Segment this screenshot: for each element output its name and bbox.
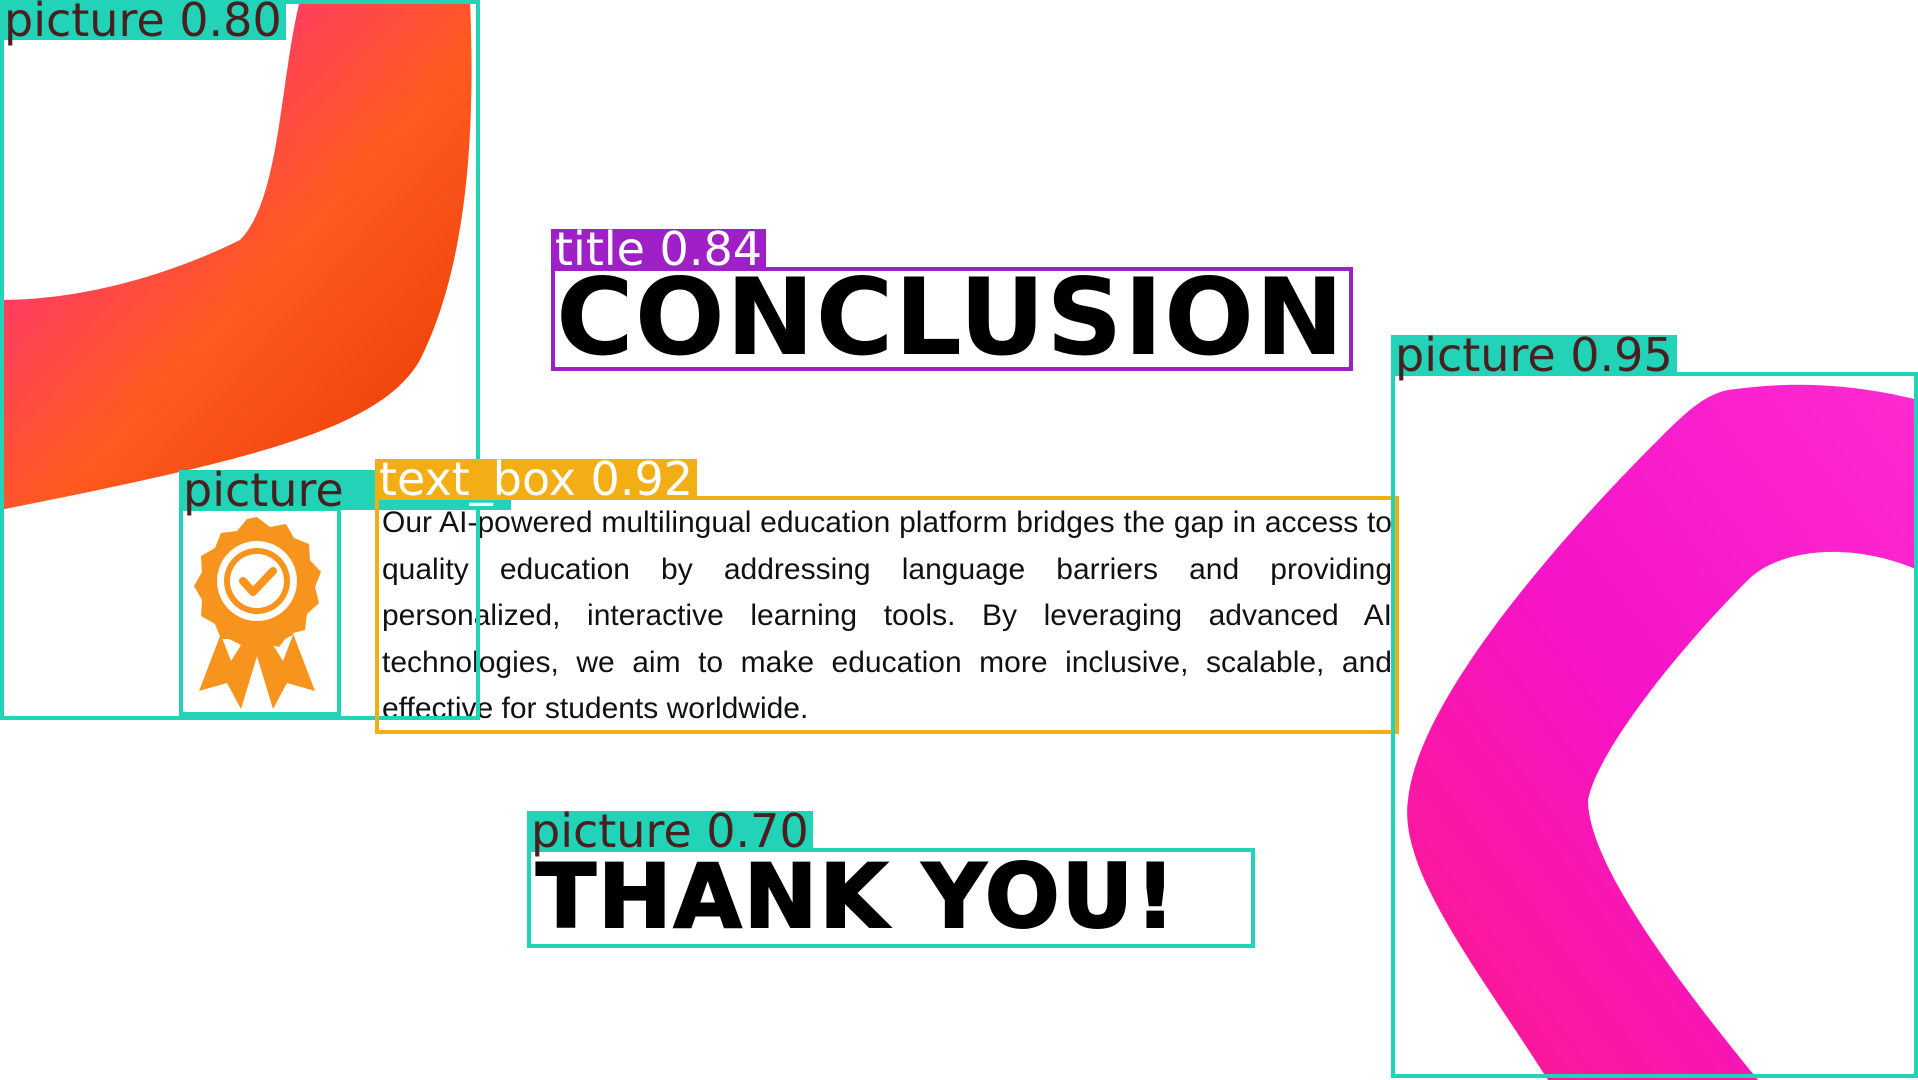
detection-label-picture-right: picture 0.95 [1391,332,1677,378]
detection-box-picture-right [1391,372,1918,1078]
detection-box-picture-badge [179,507,341,716]
detection-box-text [375,496,1399,734]
detection-label-picture-thanks: picture 0.70 [527,808,813,854]
detection-box-title [551,267,1353,371]
detection-label-title: title 0.84 [551,226,766,272]
detection-box-picture-thanks [527,848,1255,948]
detection-label-picture-top-left: picture 0.80 [0,0,286,43]
detection-label-text: text_box 0.92 [375,456,697,502]
